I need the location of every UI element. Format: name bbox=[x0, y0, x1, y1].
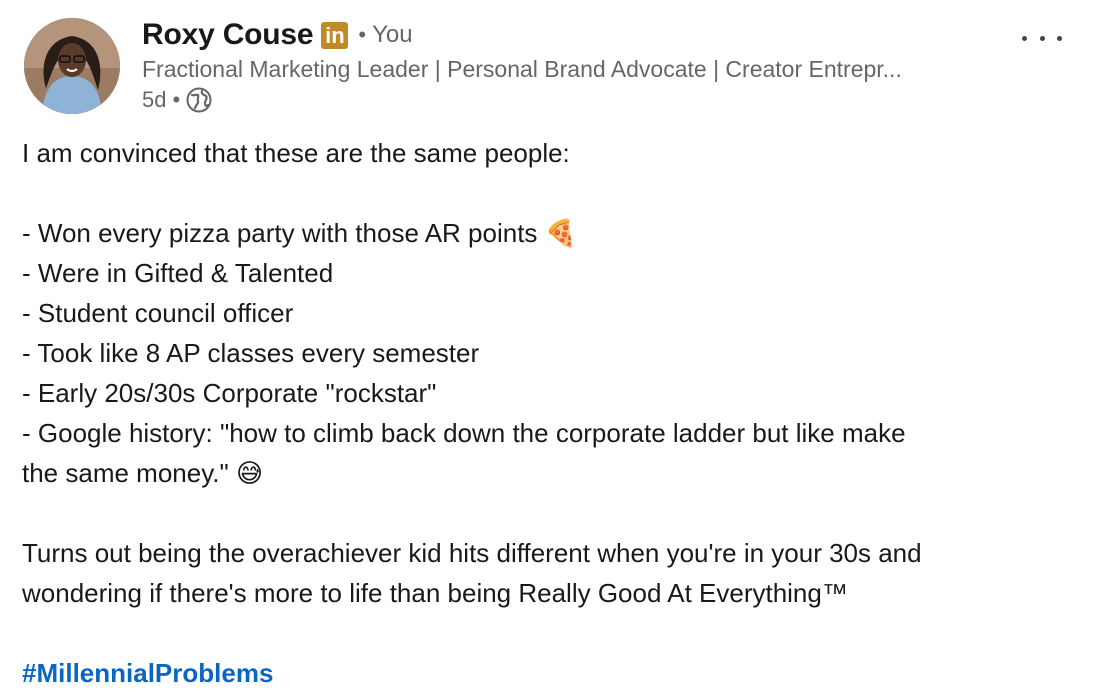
globe-icon bbox=[186, 87, 212, 113]
author-headline: Fractional Marketing Leader | Personal B… bbox=[142, 56, 902, 82]
post-header: Roxy Couse in • You Fractional Marketing… bbox=[24, 16, 1076, 116]
post-closing-line-1: Turns out being the overachiever kid hit… bbox=[22, 538, 922, 568]
list-item: - Took like 8 AP classes every semester bbox=[22, 338, 480, 368]
author-info: Roxy Couse in • You Fractional Marketing… bbox=[142, 16, 902, 113]
feed-post: Roxy Couse in • You Fractional Marketing… bbox=[0, 0, 1100, 694]
list-item: - Student council officer bbox=[22, 298, 294, 328]
relation-separator: • bbox=[358, 22, 367, 47]
author-name[interactable]: Roxy Couse bbox=[142, 18, 314, 52]
hashtag-link[interactable]: #MillennialProblems bbox=[22, 658, 273, 688]
list-item: - Early 20s/30s Corporate "rockstar" bbox=[22, 378, 437, 408]
relation-label: You bbox=[372, 21, 413, 48]
list-item: - Google history: "how to climb back dow… bbox=[22, 418, 906, 448]
post-intro: I am convinced that these are the same p… bbox=[22, 138, 570, 168]
avatar-image bbox=[24, 18, 120, 114]
list-item-continuation: the same money." 😅 bbox=[22, 458, 264, 488]
post-meta: 5d • bbox=[142, 87, 902, 113]
list-item: - Were in Gifted & Talented bbox=[22, 258, 334, 288]
linkedin-premium-badge-icon: in bbox=[321, 21, 349, 49]
author-avatar[interactable] bbox=[24, 18, 120, 114]
post-closing-line-2: wondering if there's more to life than b… bbox=[22, 578, 848, 608]
post-age: 5d bbox=[142, 87, 167, 112]
meta-separator: • bbox=[172, 87, 181, 112]
author-name-row: Roxy Couse in • You bbox=[142, 16, 902, 54]
more-options-ellipsis-icon[interactable] bbox=[1022, 26, 1062, 50]
post-content: I am convinced that these are the same p… bbox=[22, 133, 1082, 693]
list-item: - Won every pizza party with those AR po… bbox=[22, 218, 578, 248]
